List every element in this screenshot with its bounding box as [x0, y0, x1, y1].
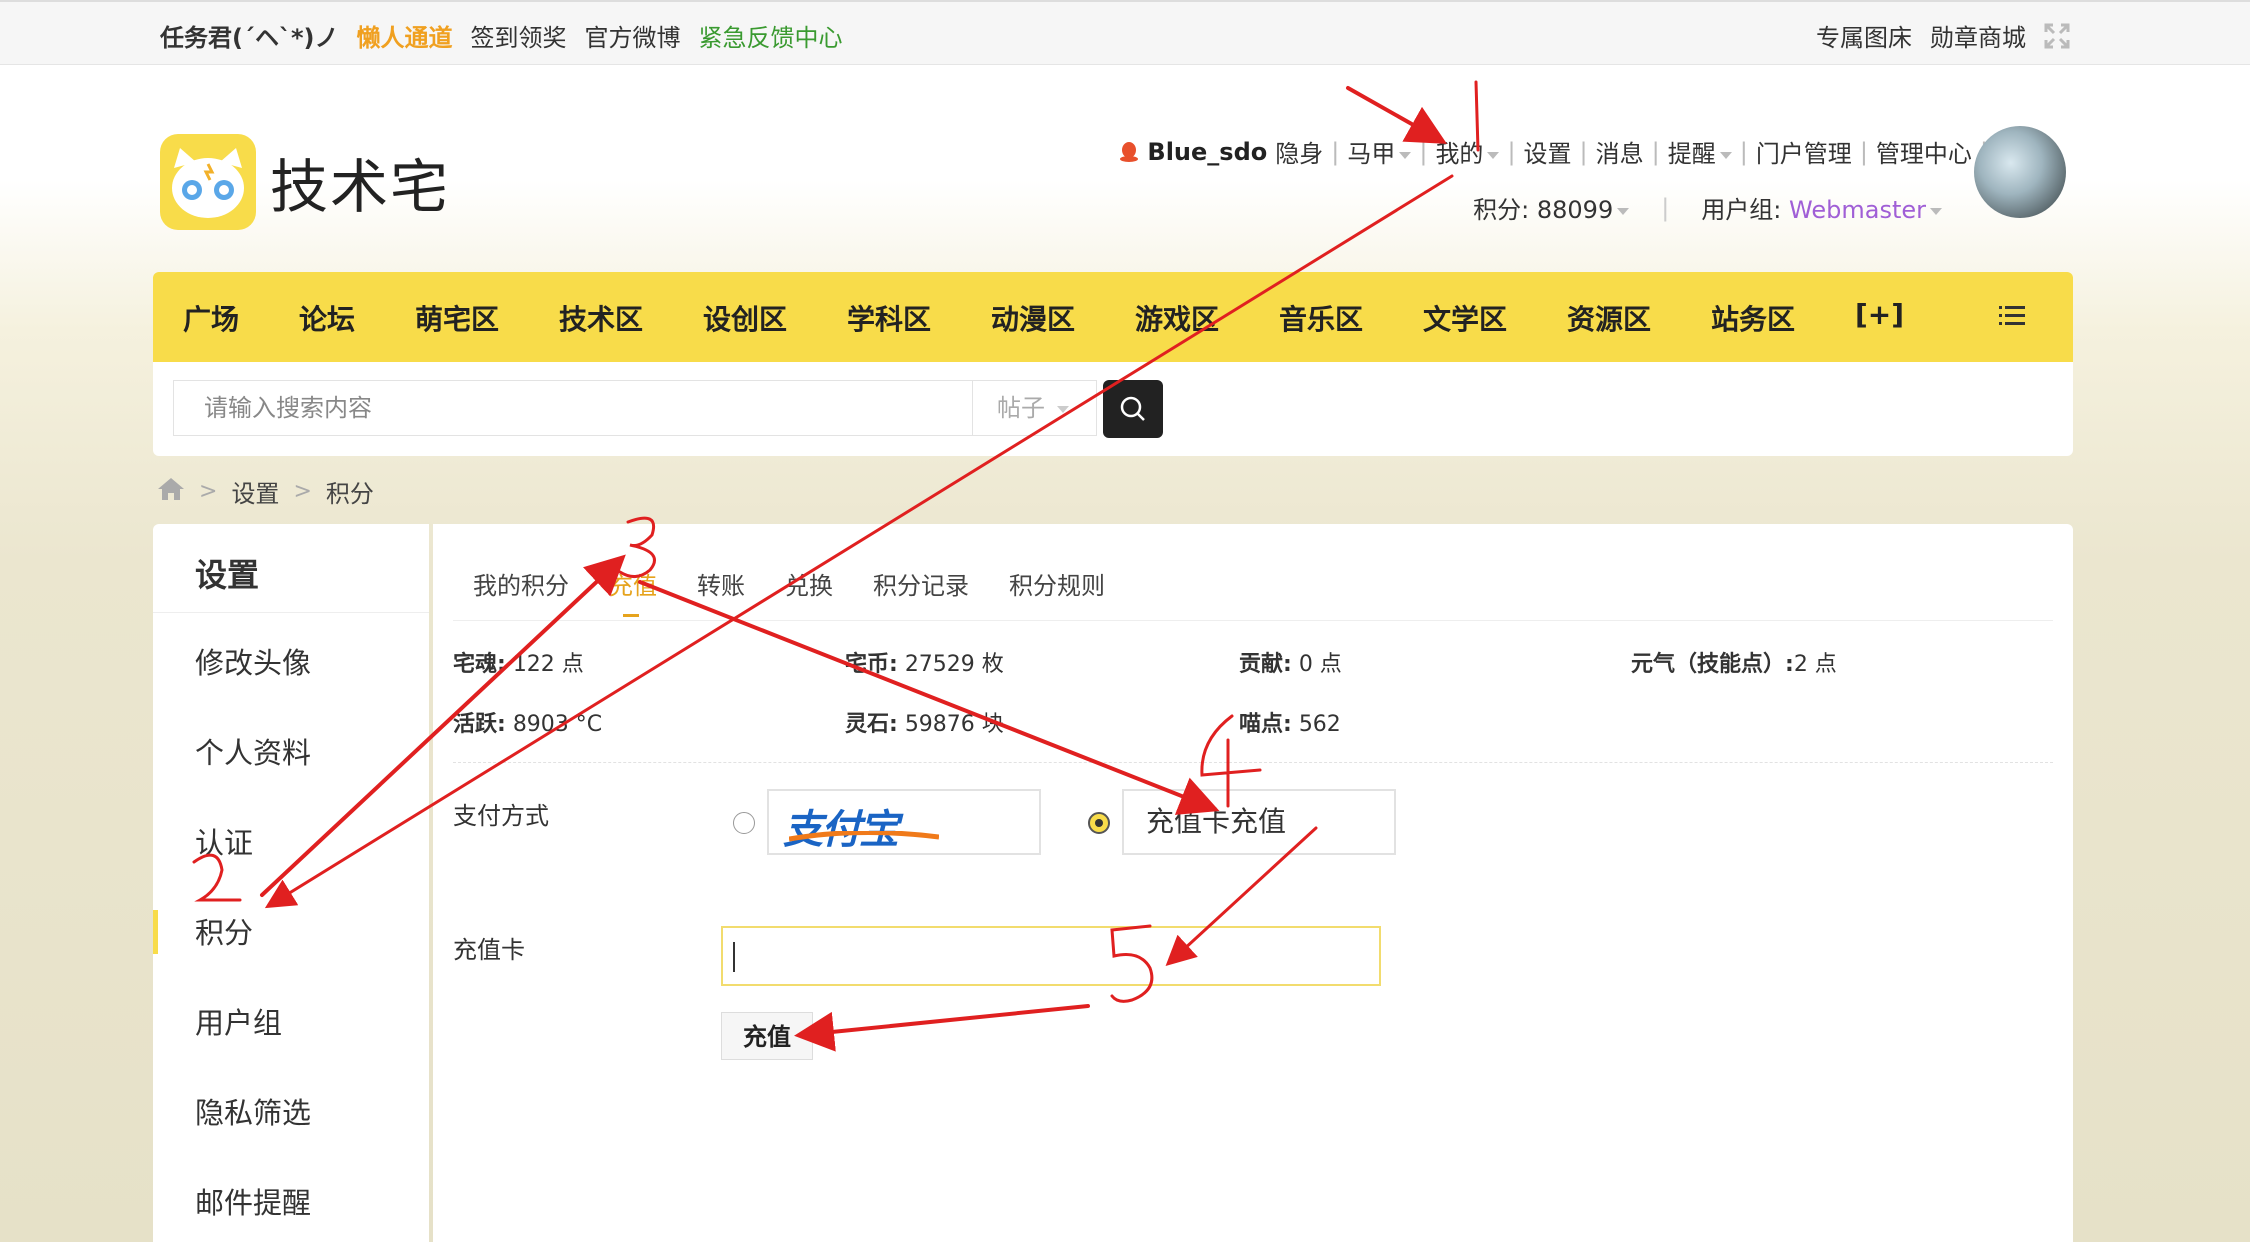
stat-meow-points: 喵点: 562	[1239, 712, 1341, 737]
payment-method-label: 支付方式	[453, 802, 549, 830]
alipay-logo: 支付宝	[783, 807, 899, 853]
search-type-select[interactable]: 帖子	[973, 380, 1097, 436]
stat-soul: 宅魂: 122 点	[453, 652, 584, 677]
settings-link[interactable]: 设置	[1524, 134, 1572, 169]
nav-item-resources[interactable]: 资源区	[1567, 298, 1711, 338]
image-host-link[interactable]: 专属图床	[1816, 18, 1912, 53]
reminders-menu[interactable]: 提醒	[1668, 134, 1732, 169]
stat-coins: 宅币: 27529 枚	[845, 652, 1004, 677]
active-indicator	[153, 910, 158, 954]
sidebar-item-points[interactable]: 积分	[195, 910, 253, 952]
sidebar-item-privacy[interactable]: 隐私筛选	[195, 1090, 311, 1132]
points-tabs: 我的积分 充值 转账 兑换 积分记录 积分规则	[473, 566, 1105, 601]
nav-item-music[interactable]: 音乐区	[1279, 298, 1423, 338]
nav-item-design[interactable]: 设创区	[703, 298, 847, 338]
qq-icon	[1119, 141, 1139, 163]
nav-item-tech[interactable]: 技术区	[559, 298, 703, 338]
tab-my-points[interactable]: 我的积分	[473, 566, 569, 601]
alipay-radio[interactable]	[733, 812, 755, 834]
nav-item-plaza[interactable]: 广场	[183, 298, 299, 338]
nav-item-more[interactable]: [+]	[1855, 298, 1915, 338]
recharge-button[interactable]: 充值	[721, 1012, 813, 1060]
user-stats-bar: 积分: 88099 | 用户组: Webmaster	[1473, 190, 1942, 225]
search-bar: 请输入搜索内容 帖子	[153, 362, 2073, 456]
card-label: 充值卡	[453, 936, 525, 964]
sidebar-item-verify[interactable]: 认证	[195, 820, 253, 862]
cat-logo-icon	[160, 134, 256, 230]
stat-activity: 活跃: 8903 °C	[453, 712, 603, 737]
top-bar-right: 专属图床 勋章商城	[1816, 18, 2070, 53]
medal-shop-link[interactable]: 勋章商城	[1930, 18, 2026, 53]
sidebar-item-usergroup[interactable]: 用户组	[195, 1000, 282, 1042]
alt-account-menu[interactable]: 马甲	[1347, 134, 1412, 169]
search-button[interactable]	[1103, 380, 1163, 438]
invisible-toggle[interactable]: 隐身	[1275, 134, 1323, 169]
card-recharge-option[interactable]: 充值卡充值	[1122, 789, 1396, 855]
home-icon[interactable]	[157, 477, 185, 507]
tab-points-log[interactable]: 积分记录	[873, 566, 969, 601]
site-logo[interactable]: 技术宅	[160, 134, 450, 230]
nav-item-literature[interactable]: 文学区	[1423, 298, 1567, 338]
top-bar-left: 任务君(´ヘ`*)ノ 懒人通道 签到领奖 官方微博 紧急反馈中心	[160, 18, 843, 53]
breadcrumb: > 设置 > 积分	[157, 474, 374, 509]
feedback-link[interactable]: 紧急反馈中心	[699, 18, 843, 53]
breadcrumb-settings[interactable]: 设置	[231, 474, 279, 509]
chevron-right-icon: >	[199, 479, 218, 504]
site-name: 技术宅	[270, 153, 451, 221]
nav-item-forum[interactable]: 论坛	[299, 298, 415, 338]
points-menu[interactable]: 积分: 88099	[1473, 190, 1630, 225]
breadcrumb-points[interactable]: 积分	[326, 474, 374, 509]
checkin-link[interactable]: 签到领奖	[471, 18, 567, 53]
fullscreen-icon[interactable]	[2044, 23, 2070, 49]
admin-center-link[interactable]: 管理中心	[1876, 134, 1972, 169]
chevron-right-icon: >	[293, 479, 312, 504]
messages-link[interactable]: 消息	[1596, 134, 1644, 169]
tab-transfer[interactable]: 转账	[697, 566, 745, 601]
text-cursor	[733, 942, 735, 972]
search-icon	[1120, 396, 1145, 421]
stat-contribution: 贡献: 0 点	[1239, 652, 1342, 677]
nav-item-academic[interactable]: 学科区	[847, 298, 991, 338]
sidebar-item-email[interactable]: 邮件提醒	[195, 1180, 311, 1222]
task-link[interactable]: 任务君(´ヘ`*)ノ	[160, 18, 339, 53]
menu-icon[interactable]	[1999, 304, 2025, 328]
weibo-link[interactable]: 官方微博	[585, 18, 681, 53]
alipay-option[interactable]: 支付宝	[767, 789, 1041, 855]
tab-exchange[interactable]: 兑换	[785, 566, 833, 601]
top-bar: 任务君(´ヘ`*)ノ 懒人通道 签到领奖 官方微博 紧急反馈中心 专属图床 勋章…	[0, 0, 2250, 65]
nav-item-game[interactable]: 游戏区	[1135, 298, 1279, 338]
tab-points-rules[interactable]: 积分规则	[1009, 566, 1105, 601]
settings-sidebar: 设置 修改头像 个人资料 认证 积分 用户组 隐私筛选 邮件提醒	[153, 524, 429, 1242]
sidebar-item-avatar[interactable]: 修改头像	[195, 640, 311, 682]
nav-item-moe[interactable]: 萌宅区	[415, 298, 559, 338]
search-input[interactable]: 请输入搜索内容	[173, 380, 973, 436]
tab-recharge[interactable]: 充值	[609, 566, 657, 601]
main-nav: 广场 论坛 萌宅区 技术区 设创区 学科区 动漫区 游戏区 音乐区 文学区 资源…	[153, 272, 2073, 362]
sidebar-item-profile[interactable]: 个人资料	[195, 730, 311, 772]
avatar[interactable]	[1974, 126, 2066, 218]
user-bar: Blue_sdo 隐身 | 马甲 | 我的 | 设置 | 消息 | 提醒 | 门…	[1119, 134, 2044, 169]
stat-spirit-stone: 灵石: 59876 块	[845, 712, 1004, 737]
tab-active-underline	[623, 614, 639, 617]
card-number-input[interactable]	[721, 926, 1381, 986]
my-menu[interactable]: 我的	[1435, 134, 1500, 169]
nav-item-anime[interactable]: 动漫区	[991, 298, 1135, 338]
points-panel: 我的积分 充值 转账 兑换 积分记录 积分规则 宅魂: 122 点 宅币: 27…	[433, 524, 2073, 1242]
username[interactable]: Blue_sdo	[1147, 138, 1267, 166]
card-recharge-radio[interactable]	[1088, 812, 1110, 834]
portal-admin-link[interactable]: 门户管理	[1756, 134, 1852, 169]
stat-skill-points: 元气（技能点）:2 点	[1631, 652, 1837, 677]
user-group-menu[interactable]: 用户组: Webmaster	[1701, 190, 1942, 225]
sidebar-title: 设置	[195, 556, 260, 594]
lazy-channel-link[interactable]: 懒人通道	[357, 18, 453, 53]
nav-item-site-affairs[interactable]: 站务区	[1711, 298, 1855, 338]
